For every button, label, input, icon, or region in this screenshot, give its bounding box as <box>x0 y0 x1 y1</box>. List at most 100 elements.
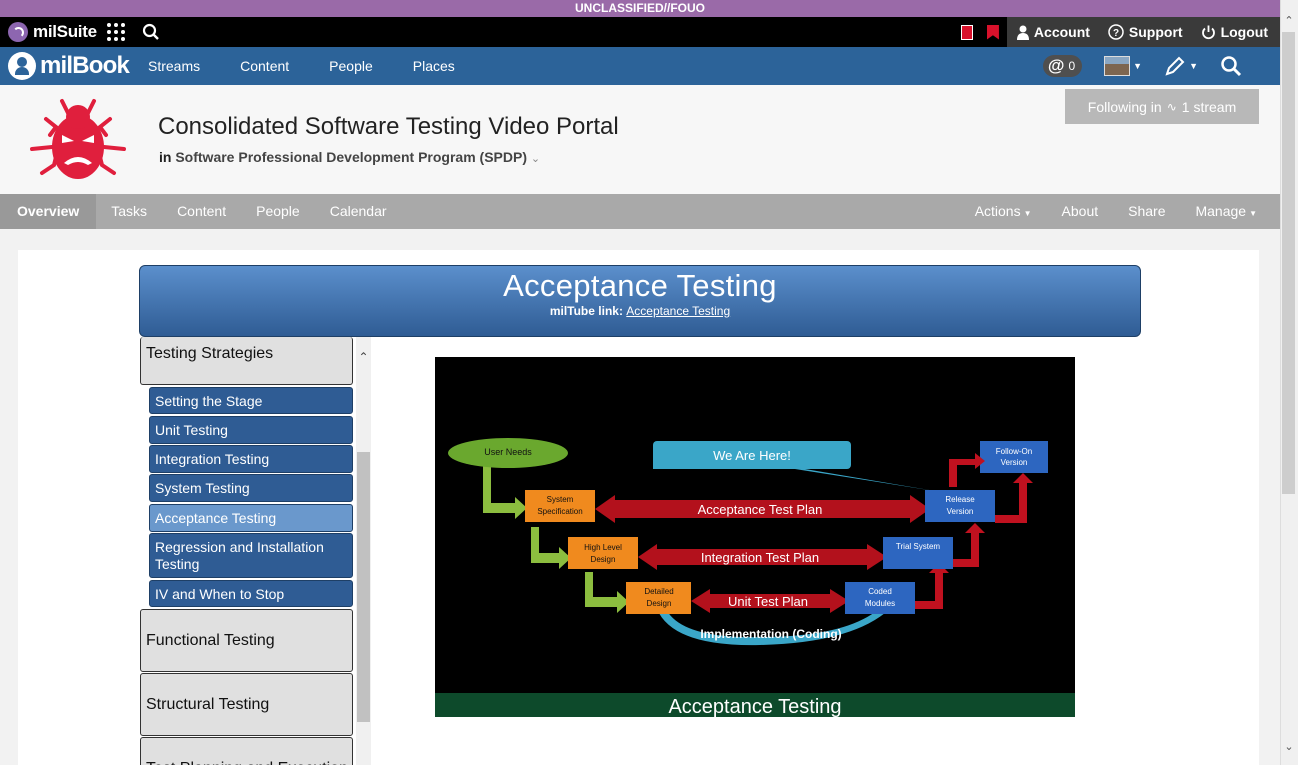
milbook-person-icon <box>8 52 36 80</box>
tab-overview[interactable]: Overview <box>0 194 97 229</box>
milbook-brand-text: milBook <box>40 52 130 79</box>
follow-on-label-1: Follow-On <box>996 447 1032 456</box>
milsuite-brand-text: milSuite <box>33 22 97 41</box>
following-label: Following in <box>1087 98 1162 115</box>
release-label-1: Release <box>945 495 975 504</box>
search-icon[interactable] <box>1220 55 1242 77</box>
sidebar-item-setting-the-stage[interactable]: Setting the Stage <box>149 387 353 414</box>
topic-sidebar: Testing Strategies Setting the Stage Uni… <box>139 337 371 765</box>
milsuite-topbar: milSuite Account ? Support Logout <box>0 17 1280 47</box>
acceptance-plan-label: Acceptance Test Plan <box>698 502 823 517</box>
place-header: Consolidated Software Testing Video Port… <box>0 85 1280 194</box>
sidebar-item-regression-installation[interactable]: Regression and Installation Testing <box>149 533 353 578</box>
milsuite-logo[interactable]: milSuite <box>8 21 97 43</box>
section-banner: Acceptance Testing milTube link: Accepta… <box>139 265 1141 337</box>
milbook-logo[interactable]: milBook <box>8 52 130 80</box>
nav-content[interactable]: Content <box>240 58 289 74</box>
activity-icon: ∿ <box>1166 99 1177 114</box>
place-tabs: Overview Tasks Content People Calendar A… <box>0 194 1280 229</box>
accordion-structural-testing[interactable]: Structural Testing <box>140 673 353 736</box>
accordion-test-planning[interactable]: Test Planning and Execution <box>140 737 353 765</box>
in-label: in <box>159 149 172 165</box>
tab-about[interactable]: About <box>1047 194 1114 229</box>
trial-system-label: Trial System <box>896 542 940 551</box>
bug-logo-icon <box>30 99 126 179</box>
following-stream-count: 1 stream <box>1181 98 1237 115</box>
support-label: Support <box>1128 24 1183 40</box>
tab-content[interactable]: Content <box>162 194 241 229</box>
sidebar-item-acceptance-testing[interactable]: Acceptance Testing <box>149 504 353 532</box>
high-level-label-1: High Level <box>584 543 622 552</box>
place-parent: in Software Professional Development Pro… <box>159 149 540 165</box>
nav-people[interactable]: People <box>329 58 373 74</box>
page-title: Consolidated Software Testing Video Port… <box>158 113 619 140</box>
user-icon <box>1016 25 1029 40</box>
avatar-menu[interactable]: ▼ <box>1104 56 1142 76</box>
system-spec-label-2: Specification <box>537 507 582 516</box>
video-slide[interactable]: User Needs We Are Here! Follow-On Versio… <box>435 357 1075 717</box>
sidebar-item-iv-when-to-stop[interactable]: IV and When to Stop <box>149 580 353 607</box>
slide-footer-title: Acceptance Testing <box>435 693 1075 717</box>
help-icon: ? <box>1108 24 1124 40</box>
power-icon <box>1201 25 1215 39</box>
unit-plan-label: Unit Test Plan <box>728 594 808 609</box>
logout-label: Logout <box>1220 24 1268 40</box>
coded-label-2: Modules <box>865 599 895 608</box>
tab-people[interactable]: People <box>241 194 315 229</box>
chevron-down-icon: ▼ <box>1249 209 1257 218</box>
miltube-link-row: milTube link: Acceptance Testing <box>140 304 1140 318</box>
sidebar-scrollbar-thumb[interactable] <box>357 452 370 722</box>
miltube-link-label: milTube link: <box>549 304 623 318</box>
sidebar-item-unit-testing[interactable]: Unit Testing <box>149 416 353 444</box>
chevron-down-icon: ▼ <box>1023 209 1032 218</box>
user-needs-label: User Needs <box>484 447 532 457</box>
bookmark-icon[interactable] <box>986 24 999 40</box>
mentions-button[interactable]: @ 0 <box>1042 55 1083 77</box>
chevron-down-icon: ▼ <box>1189 61 1198 71</box>
high-level-label-2: Design <box>591 555 616 564</box>
create-menu[interactable]: ▼ <box>1164 55 1198 77</box>
notification-flag-icon[interactable] <box>960 24 973 40</box>
page-scrollbar-thumb[interactable] <box>1282 32 1295 494</box>
apps-grid-icon[interactable] <box>107 23 125 41</box>
tab-tasks[interactable]: Tasks <box>96 194 162 229</box>
mentions-count: 0 <box>1068 59 1076 73</box>
follow-on-box <box>980 441 1048 473</box>
v-model-diagram: User Needs We Are Here! Follow-On Versio… <box>448 438 1048 646</box>
manage-menu[interactable]: Manage ▼ <box>1180 194 1272 229</box>
parent-group-link[interactable]: Software Professional Development Progra… <box>175 149 527 165</box>
logout-button[interactable]: Logout <box>1201 24 1268 40</box>
pencil-icon <box>1165 56 1185 76</box>
actions-label: Actions <box>974 203 1021 219</box>
account-menu[interactable]: Account <box>1016 24 1090 40</box>
at-icon: @ <box>1047 56 1065 75</box>
scroll-up-arrow[interactable]: ⌃ <box>1280 14 1298 27</box>
scroll-down-arrow[interactable]: ⌄ <box>1280 740 1298 753</box>
release-label-2: Version <box>947 507 974 516</box>
classification-banner: UNCLASSIFIED//FOUO <box>0 0 1280 17</box>
accordion-testing-strategies[interactable]: Testing Strategies <box>140 337 353 385</box>
tab-calendar[interactable]: Calendar <box>315 194 402 229</box>
sidebar-item-integration-testing[interactable]: Integration Testing <box>149 445 353 473</box>
sidebar-item-system-testing[interactable]: System Testing <box>149 474 353 502</box>
system-spec-label-1: System <box>547 495 574 504</box>
avatar <box>1104 56 1131 76</box>
manage-label: Manage <box>1195 203 1247 219</box>
milsuite-logo-icon <box>8 22 28 42</box>
miltube-link[interactable]: Acceptance Testing <box>626 304 730 318</box>
actions-menu[interactable]: Actions ▼ <box>960 194 1047 229</box>
nav-places[interactable]: Places <box>413 58 455 74</box>
coded-label-1: Coded <box>868 587 892 596</box>
nav-streams[interactable]: Streams <box>148 58 200 74</box>
share-button[interactable]: Share <box>1113 194 1180 229</box>
chevron-down-icon[interactable]: ⌄ <box>531 153 540 165</box>
integration-plan-label: Integration Test Plan <box>701 550 819 565</box>
implementation-label: Implementation (Coding) <box>700 627 841 641</box>
accordion-functional-testing[interactable]: Functional Testing <box>140 609 353 672</box>
chevron-up-icon[interactable]: ⌃ <box>356 350 371 364</box>
search-icon[interactable] <box>142 23 160 41</box>
support-menu[interactable]: ? Support <box>1108 24 1183 40</box>
milbook-navbar: milBook Streams Content People Places @ … <box>0 47 1280 85</box>
chevron-down-icon: ▼ <box>1133 61 1143 71</box>
following-button[interactable]: Following in ∿ 1 stream <box>1065 89 1259 124</box>
